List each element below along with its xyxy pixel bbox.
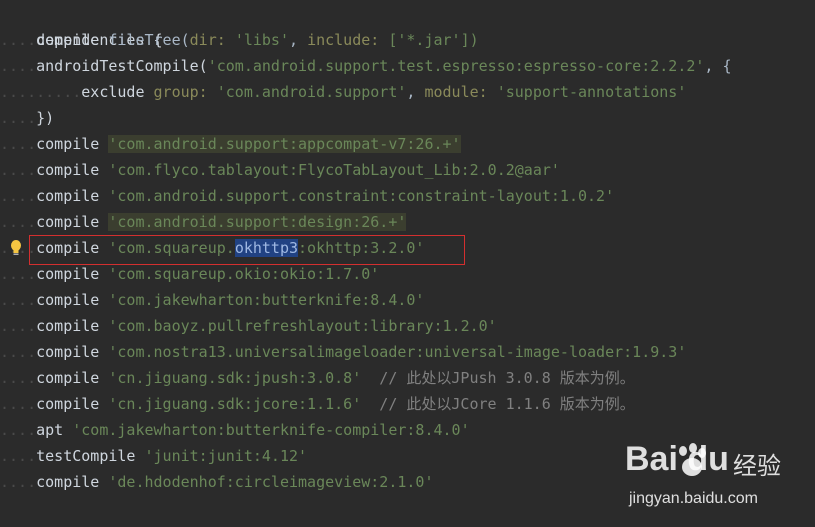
code-text: , { <box>704 57 732 75</box>
code-line: ....compile 'com.android.support:design:… <box>0 213 407 231</box>
code-text: compile <box>36 187 109 205</box>
code-text: group: <box>153 83 217 101</box>
code-line: ....compile 'de.hdodenhof:circleimagevie… <box>0 473 434 491</box>
code-line: ....compile 'com.jakewharton:butterknife… <box>0 291 425 309</box>
code-text: 'cn.jiguang.sdk:jcore:1.1.6' <box>108 395 362 413</box>
highlight-box <box>29 235 465 265</box>
code-line: } <box>0 495 45 527</box>
code-text: compile <box>36 135 109 153</box>
code-line: ....compile 'com.nostra13.universalimage… <box>0 343 687 361</box>
code-line: ....}) <box>0 109 55 127</box>
code-editor[interactable]: dependencies { ....compile fileTree(dir:… <box>0 0 815 527</box>
code-text: 'support-annotations' <box>496 83 687 101</box>
baidu-jingyan-watermark: Bai du 经验 jingyan.baidu.com <box>625 440 805 520</box>
code-text: compile <box>36 213 109 231</box>
code-text: 'cn.jiguang.sdk:jpush:3.0.8' <box>108 369 362 387</box>
code-text: 'de.hdodenhof:circleimageview:2.1.0' <box>108 473 434 491</box>
code-text: compile <box>36 473 109 491</box>
baidu-paw-icon <box>679 443 706 476</box>
code-line: ....compile 'cn.jiguang.sdk:jcore:1.1.6'… <box>0 395 635 413</box>
code-text: 'com.jakewharton:butterknife-compiler:8.… <box>72 421 470 439</box>
code-line: ....compile 'com.flyco.tablayout:FlycoTa… <box>0 161 560 179</box>
code-line: ....testCompile 'junit:junit:4.12' <box>0 447 308 465</box>
code-text: 'com.squareup.okio:okio:1.7.0' <box>108 265 380 283</box>
code-text: module: <box>424 83 497 101</box>
code-text: dir: <box>189 31 235 49</box>
code-text: , <box>289 31 308 49</box>
code-text: compile <box>36 291 109 309</box>
code-text: }) <box>36 109 55 127</box>
watermark-url: jingyan.baidu.com <box>629 490 758 507</box>
code-text: 'com.android.support.test.espresso:espre… <box>207 57 705 75</box>
code-text: compile <box>36 31 109 49</box>
code-line: ....compile fileTree(dir: 'libs', includ… <box>0 31 479 49</box>
code-line: .........exclude group: 'com.android.sup… <box>0 83 687 101</box>
code-text: include: <box>307 31 389 49</box>
code-comment: // 此处以JPush 3.0.8 版本为例。 <box>361 369 635 387</box>
code-text: apt <box>36 421 73 439</box>
code-text: fileTree( <box>108 31 190 49</box>
code-text: exclude <box>81 83 154 101</box>
code-text: androidTestCompile( <box>36 57 208 75</box>
code-text: 'com.android.support' <box>216 83 407 101</box>
watermark-jingyan: 经验 <box>733 452 781 480</box>
code-text: compile <box>36 161 109 179</box>
code-text: 'com.android.support:design:26.+' <box>108 213 407 231</box>
code-text: testCompile <box>36 447 145 465</box>
lightbulb-icon[interactable] <box>9 239 23 257</box>
code-text: compile <box>36 395 109 413</box>
code-text: compile <box>36 369 109 387</box>
code-text: 'com.flyco.tablayout:FlycoTabLayout_Lib:… <box>108 161 560 179</box>
code-text: 'com.nostra13.universalimageloader:unive… <box>108 343 687 361</box>
code-text: 'com.android.support.constraint:constrai… <box>108 187 615 205</box>
code-line: dependencies { <box>0 1 162 49</box>
code-text: 'junit:junit:4.12' <box>144 447 308 465</box>
code-text: 'com.android.support:appcompat-v7:26.+' <box>108 135 461 153</box>
code-line: ....androidTestCompile('com.android.supp… <box>0 57 732 75</box>
code-text: compile <box>36 317 109 335</box>
code-text: , <box>406 83 425 101</box>
code-text: ['*.jar']) <box>388 31 479 49</box>
code-text: 'com.baoyz.pullrefreshlayout:library:1.2… <box>108 317 497 335</box>
code-line: ....compile 'com.android.support:appcomp… <box>0 135 461 153</box>
code-text: 'com.jakewharton:butterknife:8.4.0' <box>108 291 425 309</box>
code-line: ....compile 'com.android.support.constra… <box>0 187 615 205</box>
code-text: compile <box>36 265 109 283</box>
code-line: ....apt 'com.jakewharton:butterknife-com… <box>0 421 470 439</box>
code-line: ....compile 'cn.jiguang.sdk:jpush:3.0.8'… <box>0 369 635 387</box>
code-text: compile <box>36 343 109 361</box>
code-comment: // 此处以JCore 1.1.6 版本为例。 <box>361 395 635 413</box>
code-text: 'libs' <box>234 31 289 49</box>
code-line: ....compile 'com.baoyz.pullrefreshlayout… <box>0 317 497 335</box>
